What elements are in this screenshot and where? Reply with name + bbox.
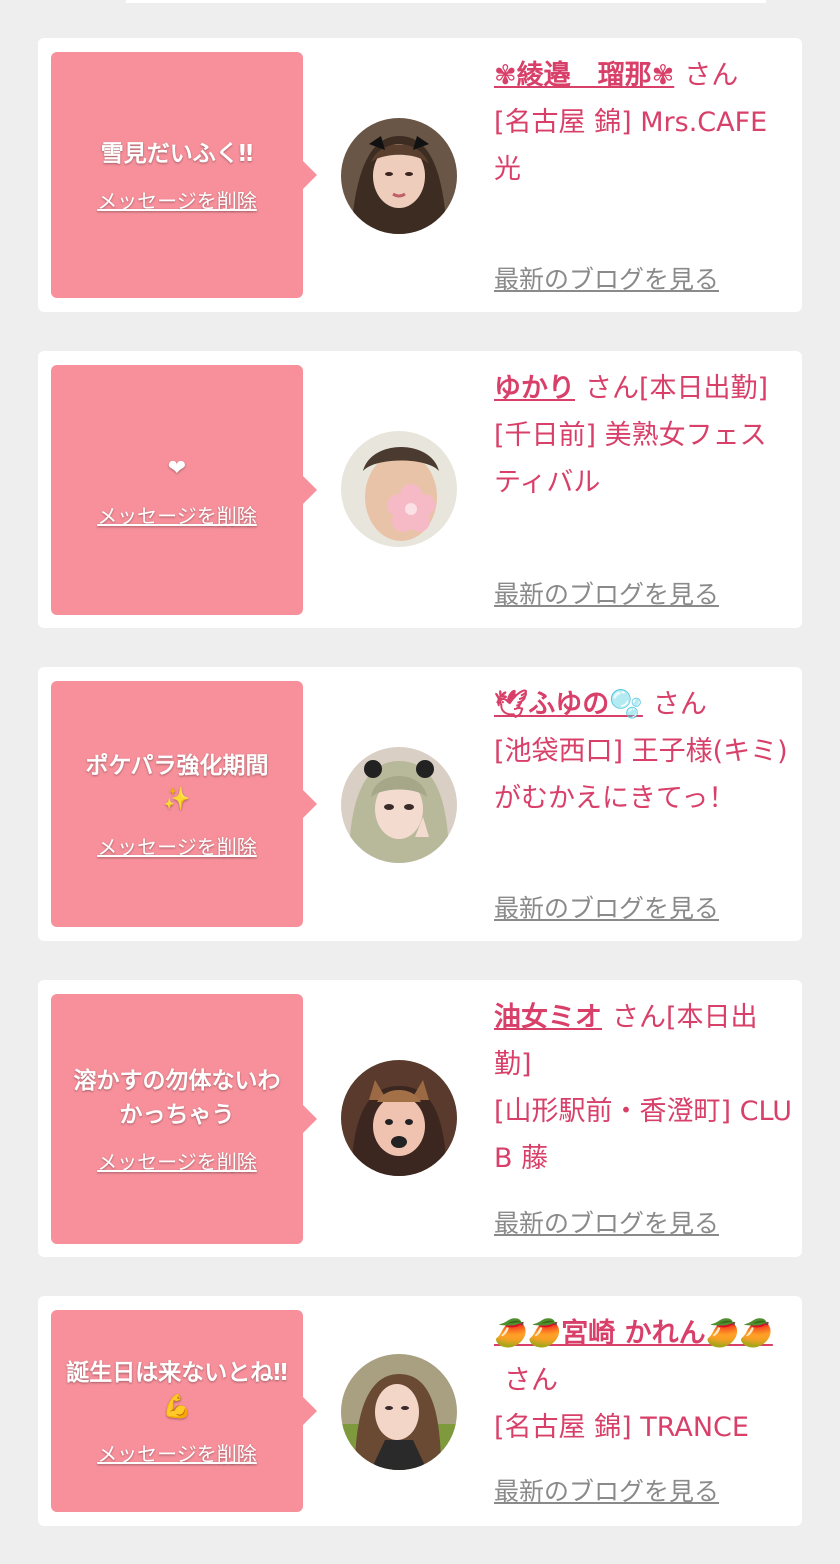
message-bubble: 雪見だいふく‼ メッセージを削除 [51,52,317,298]
latest-blog-link[interactable]: 最新のブログを見る [494,889,719,925]
favorite-card: 雪見だいふく‼ メッセージを削除 ✾綾邉 瑠那✾ さん [名古屋 錦] Mrs.C… [38,38,802,312]
message-bubble: 溶かすの勿体ないわかっちゃう メッセージを削除 [51,994,317,1244]
favorite-card: 溶かすの勿体ないわかっちゃう メッセージを削除 油女ミオ さん[本日出勤] [山形… [38,980,802,1257]
profile-info: 🥭🥭宮崎 かれん🥭🥭 さん [名古屋 錦] TRANCE [494,1310,792,1451]
latest-blog-link[interactable]: 最新のブログを見る [494,260,719,296]
profile-info: 油女ミオ さん[本日出勤] [山形駅前・香澄町] CLUB 藤 [494,994,792,1182]
honorific: さん[本日出勤] [585,373,769,404]
avatar[interactable] [341,747,457,863]
honorific: さん [684,60,739,91]
shop-name: [千日前] 美熟女フェスティバル [494,420,767,498]
sparkle-icon: ✨ [163,786,191,812]
favorite-card: 誕生日は来ないとね‼💪 メッセージを削除 🥭🥭宮崎 かれん🥭🥭 さん [名古屋 錦… [38,1296,802,1526]
profile-info: ✾綾邉 瑠那✾ さん [名古屋 錦] Mrs.CAFE光 [494,52,792,193]
avatar[interactable] [341,1060,457,1176]
shop-name: [山形駅前・香澄町] CLUB 藤 [494,1096,792,1174]
heart-icon: ❤ [167,455,187,481]
profile-info: ゆかり さん[本日出勤] [千日前] 美熟女フェスティバル [494,365,792,506]
favorite-card: ❤ メッセージを削除 ゆかり さん[本日出勤] [千日前] 美熟女フェスティバル… [38,351,802,628]
latest-blog-link[interactable]: 最新のブログを見る [494,1204,719,1240]
message-text: 溶かすの勿体ないわかっちゃう [73,1067,281,1128]
profile-info: 🕊ふゆの🫧 さん [池袋西口] 王子様(キミ)がむかえにきてっ！ [494,681,792,822]
girl-name-link[interactable]: 🕊ふゆの🫧 [494,689,643,720]
shop-name: [池袋西口] 王子様(キミ)がむかえにきてっ！ [494,736,788,814]
avatar[interactable] [341,1354,457,1470]
avatar[interactable] [341,118,457,234]
message-text: ポケパラ強化期間 [85,752,269,779]
delete-message-link[interactable]: メッセージを削除 [97,1438,257,1467]
message-bubble: 誕生日は来ないとね‼💪 メッセージを削除 [51,1310,317,1512]
delete-message-link[interactable]: メッセージを削除 [97,500,257,529]
girl-name-link[interactable]: ✾綾邉 瑠那✾ [494,60,674,91]
shop-name: [名古屋 錦] Mrs.CAFE光 [494,107,768,185]
shop-name: [名古屋 錦] TRANCE [494,1412,749,1443]
message-text: 誕生日は来ないとね‼💪 [66,1359,288,1420]
latest-blog-link[interactable]: 最新のブログを見る [494,575,719,611]
latest-blog-link[interactable]: 最新のブログを見る [494,1472,719,1508]
girl-name-link[interactable]: 油女ミオ [494,1002,602,1033]
message-text: 雪見だいふく‼ [100,140,254,167]
favorite-card: ポケパラ強化期間 ✨ メッセージを削除 🕊ふゆの🫧 さん [池袋西口] 王子様(キ… [38,667,802,941]
previous-card-edge [126,0,766,3]
honorific: さん [652,689,707,720]
girl-name-link[interactable]: 🥭🥭宮崎 かれん🥭🥭 [494,1318,773,1349]
honorific: さん [504,1365,558,1396]
delete-message-link[interactable]: メッセージを削除 [97,185,257,214]
delete-message-link[interactable]: メッセージを削除 [97,831,257,860]
girl-name-link[interactable]: ゆかり [494,373,575,404]
message-bubble: ❤ メッセージを削除 [51,365,317,615]
delete-message-link[interactable]: メッセージを削除 [97,1146,257,1175]
message-bubble: ポケパラ強化期間 ✨ メッセージを削除 [51,681,317,927]
avatar[interactable] [341,431,457,547]
